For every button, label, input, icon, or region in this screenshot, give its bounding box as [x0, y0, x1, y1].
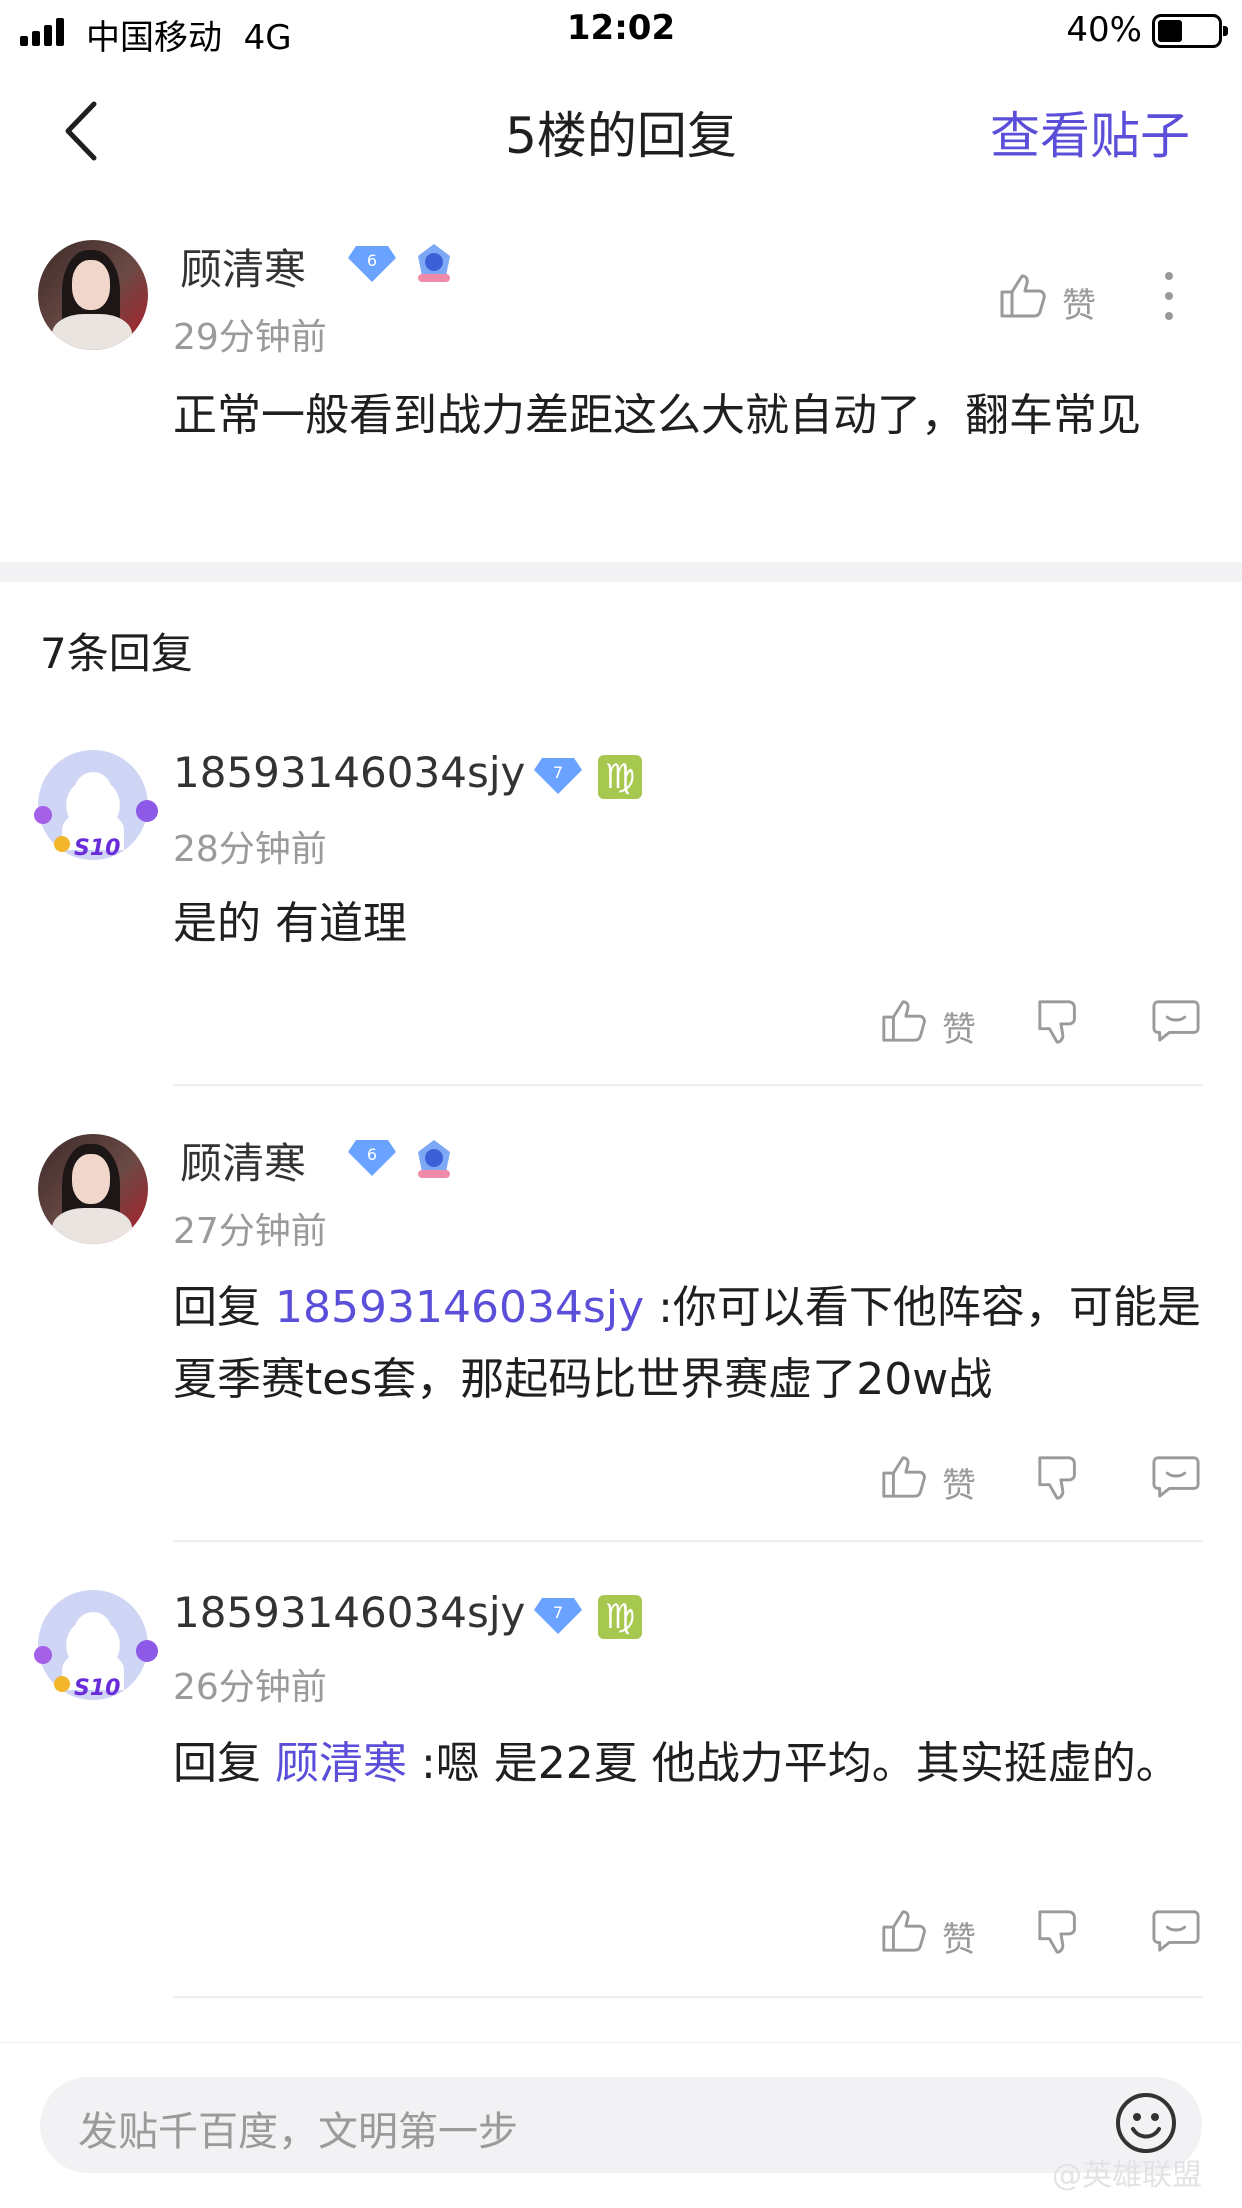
divider [173, 1084, 1203, 1086]
nav-bar: 5楼的回复 查看贴子 [0, 62, 1242, 192]
watermark: @英雄联盟 [1052, 2158, 1202, 2193]
s10-badge: S10 [74, 1676, 121, 1701]
reply-time: 27分钟前 [173, 1211, 327, 1252]
rank-badge-icon [418, 244, 450, 282]
reply-content: 是的 有道理 [173, 898, 407, 949]
virgo-icon: ♍ [598, 755, 642, 799]
reply-time: 26分钟前 [173, 1667, 327, 1708]
emoji-icon[interactable] [1114, 2091, 1178, 2155]
rank-badge-icon [418, 1140, 450, 1178]
avatar[interactable] [38, 1134, 148, 1244]
like-label[interactable]: 赞 [1062, 278, 1096, 327]
like-label[interactable]: 赞 [942, 1912, 976, 1961]
reply-username[interactable]: 18593146034sjy [173, 748, 525, 797]
trophy-icon [54, 836, 70, 852]
mention-link[interactable]: 18593146034sjy [275, 1282, 644, 1333]
avatar[interactable] [38, 240, 148, 350]
divider [173, 1540, 1203, 1542]
compose-input[interactable]: 发贴千百度，文明第一步 [40, 2077, 1202, 2173]
svg-text:6: 6 [367, 251, 377, 270]
battery-percent: 40% [1066, 10, 1142, 50]
comment-time: 29分钟前 [173, 317, 327, 358]
reply-icon[interactable] [1152, 996, 1200, 1044]
like-label[interactable]: 赞 [942, 1458, 976, 1507]
compose-placeholder: 发贴千百度，文明第一步 [78, 2109, 518, 2155]
virgo-icon: ♍ [598, 1595, 642, 1639]
like-icon[interactable] [998, 270, 1048, 320]
view-post-link[interactable]: 查看贴子 [990, 96, 1190, 168]
dislike-icon[interactable] [1036, 998, 1084, 1046]
reply-icon[interactable] [1152, 1906, 1200, 1954]
dislike-icon[interactable] [1036, 1454, 1084, 1502]
reply-time: 28分钟前 [173, 829, 327, 870]
mention-link[interactable]: 顾清寒 [275, 1738, 407, 1789]
reply-icon[interactable] [1152, 1452, 1200, 1500]
reply-username[interactable]: 18593146034sjy [173, 1588, 525, 1637]
like-icon[interactable] [880, 1452, 928, 1500]
level-diamond-icon: 6 [348, 246, 396, 282]
clock: 12:02 [566, 8, 676, 48]
trophy-icon [54, 1676, 70, 1692]
reply-content: 回复 顾清寒 :嗯 是22夏 他战力平均。其实挺虚的。 [173, 1738, 1180, 1789]
like-icon[interactable] [880, 1906, 928, 1954]
reply-content: 回复 18593146034sjy :你可以看下他阵容，可能是夏季赛tes套，那… [173, 1282, 1201, 1405]
avatar-decoration [136, 800, 158, 822]
avatar-decoration [34, 1646, 52, 1664]
replies-count: 7条回复 [40, 629, 193, 678]
like-label[interactable]: 赞 [942, 1002, 976, 1051]
dislike-icon[interactable] [1036, 1908, 1084, 1956]
avatar-decoration [136, 1640, 158, 1662]
divider [173, 1996, 1203, 1998]
more-icon[interactable] [1162, 268, 1176, 324]
svg-text:7: 7 [553, 1603, 563, 1622]
like-icon[interactable] [880, 996, 928, 1044]
s10-badge: S10 [74, 836, 121, 861]
status-bar: 中国移动 4G 12:02 40% [0, 0, 1242, 62]
comment-username[interactable]: 顾清寒 [180, 236, 306, 297]
avatar-decoration [34, 806, 52, 824]
battery-icon [1152, 14, 1228, 48]
svg-text:6: 6 [367, 1145, 377, 1164]
section-separator [0, 562, 1242, 582]
level-diamond-icon: 7 [534, 1598, 582, 1634]
level-diamond-icon: 6 [348, 1140, 396, 1176]
reply-username[interactable]: 顾清寒 [180, 1130, 306, 1191]
comment-content: 正常一般看到战力差距这么大就自动了，翻车常见 [173, 390, 1141, 441]
svg-text:7: 7 [553, 763, 563, 782]
level-diamond-icon: 7 [534, 758, 582, 794]
